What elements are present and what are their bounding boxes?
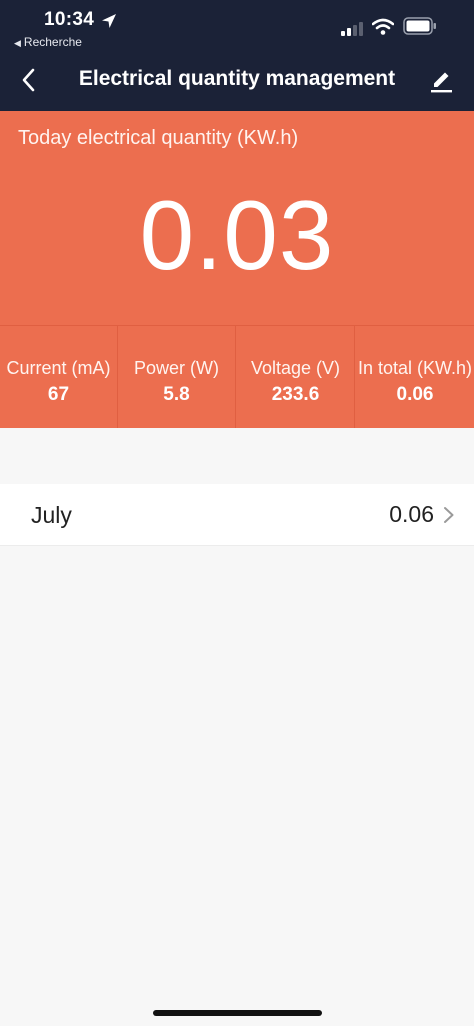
today-label: Today electrical quantity (KW.h): [18, 127, 299, 149]
stat-current: Current (mA) 67: [0, 326, 118, 428]
month-name: July: [31, 502, 72, 528]
app-header: 10:34 ◀ Recherche Electrical quantity man…: [0, 0, 474, 111]
wifi-icon: [372, 18, 394, 35]
today-value: 0.03: [139, 180, 335, 290]
battery-icon: [403, 17, 436, 35]
back-triangle-icon: ◀: [14, 38, 21, 48]
signal-icon: [341, 22, 363, 36]
pencil-icon[interactable]: [428, 68, 454, 94]
back-app-label: Recherche: [23, 35, 82, 49]
stat-value: 233.6: [271, 384, 320, 405]
page-title: Electrical quantity management: [78, 67, 396, 90]
stat-total: In total (KW.h) 0.06: [356, 326, 474, 428]
stat-power: Power (W) 5.8: [118, 326, 236, 428]
today-summary: Today electrical quantity (KW.h) 0.03: [0, 111, 474, 325]
month-row[interactable]: July 0.06: [0, 484, 474, 546]
stat-value: 0.06: [396, 384, 434, 405]
stats-row: Current (mA) 67 Power (W) 5.8 Voltage (V…: [0, 325, 474, 428]
chevron-right-icon: [444, 507, 454, 523]
stat-label: In total (KW.h): [357, 358, 473, 378]
stat-label: Power (W): [134, 358, 219, 378]
back-to-app-link[interactable]: ◀ Recherche: [14, 35, 82, 49]
stat-label: Current (mA): [6, 358, 111, 378]
stat-value: 67: [47, 384, 70, 405]
stat-label: Voltage (V): [250, 358, 341, 378]
stat-value: 5.8: [163, 384, 190, 405]
month-value: 0.06: [389, 501, 434, 527]
location-arrow-icon: [102, 14, 116, 28]
stat-voltage: Voltage (V) 233.6: [237, 326, 355, 428]
home-indicator[interactable]: [153, 1010, 322, 1016]
status-time: 10:34: [44, 9, 95, 30]
